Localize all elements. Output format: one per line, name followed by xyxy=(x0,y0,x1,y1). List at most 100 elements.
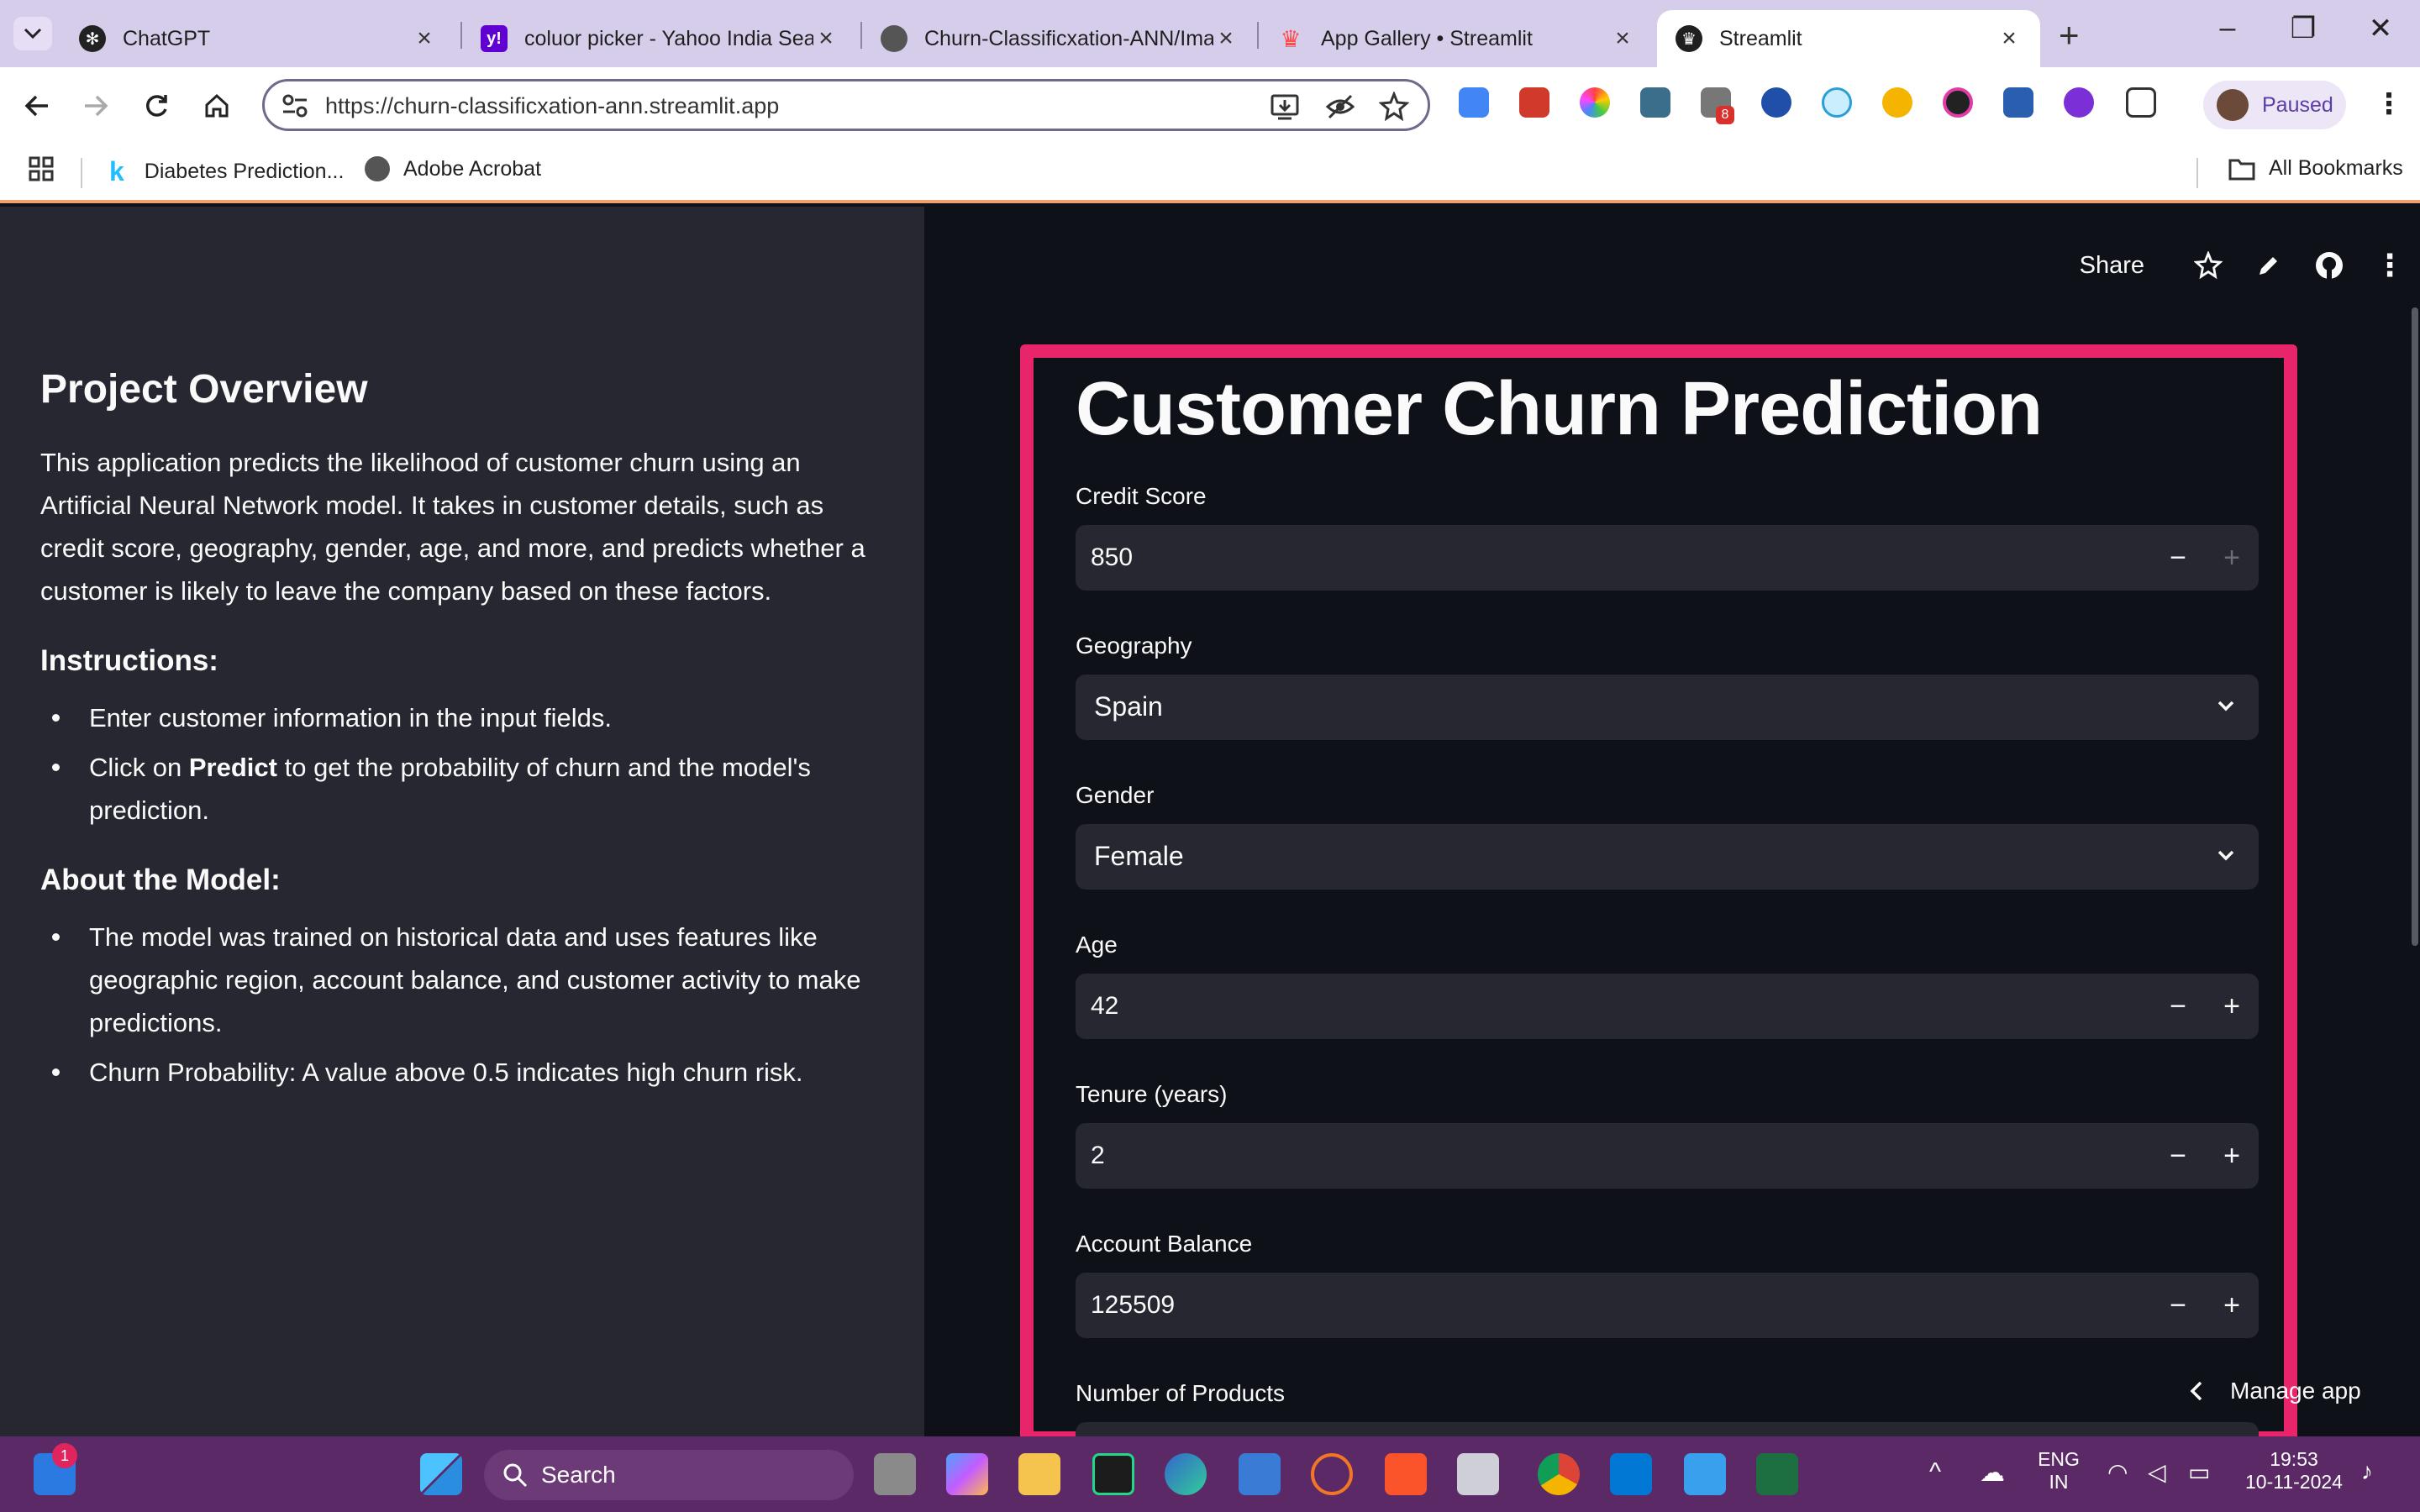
geography-select[interactable]: Spain xyxy=(1076,675,2259,740)
home-button[interactable] xyxy=(195,84,239,128)
table-extension-icon[interactable] xyxy=(2003,87,2033,118)
file-explorer-icon[interactable] xyxy=(1018,1453,1060,1495)
blue-circle-extension-icon[interactable] xyxy=(1761,87,1791,118)
windows-taskbar: Search ^ ☁ ENG IN ◠ ◁ ▭ 19:53 10-11-2024… xyxy=(0,1436,2420,1512)
tab-search-button[interactable] xyxy=(13,17,52,50)
record-extension-icon[interactable] xyxy=(1943,87,1973,118)
image-extension-icon[interactable] xyxy=(1640,87,1670,118)
back-button[interactable] xyxy=(15,84,59,128)
tab-title: App Gallery • Streamlit xyxy=(1321,26,1533,50)
clock[interactable]: 19:53 10-11-2024 xyxy=(2235,1448,2353,1494)
products-input[interactable]: 1 xyxy=(1076,1422,2259,1436)
extensions-puzzle-icon[interactable] xyxy=(2126,87,2156,118)
decrement-button[interactable]: − xyxy=(2151,525,2205,591)
all-bookmarks-button[interactable]: All Bookmarks xyxy=(2228,156,2403,181)
all-bookmarks-label: All Bookmarks xyxy=(2269,156,2403,180)
close-icon[interactable]: × xyxy=(1996,24,2022,52)
arrow-left-icon xyxy=(24,95,48,117)
close-icon[interactable]: × xyxy=(412,24,437,52)
tab-chatgpt[interactable]: ✻ ChatGPT × xyxy=(60,10,455,67)
wifi-icon[interactable]: ◠ xyxy=(2107,1458,2128,1486)
bookmark-diabetes[interactable]: k Diabetes Prediction... xyxy=(109,156,344,187)
taskbar-search[interactable]: Search xyxy=(484,1450,854,1500)
chrome-icon[interactable] xyxy=(1538,1453,1580,1495)
chevron-down-icon xyxy=(2217,701,2234,711)
tenure-input[interactable]: 2 − + xyxy=(1076,1123,2259,1189)
store-icon[interactable] xyxy=(1239,1453,1281,1495)
yellow-extension-icon[interactable] xyxy=(1882,87,1912,118)
close-icon[interactable]: × xyxy=(813,24,839,52)
credit-score-input[interactable]: 850 − + xyxy=(1076,525,2259,591)
bookmark-label: Diabetes Prediction... xyxy=(144,160,345,183)
increment-button[interactable]: + xyxy=(2205,1123,2259,1189)
decrement-button[interactable]: − xyxy=(2151,1123,2205,1189)
lang-region: IN xyxy=(2049,1471,2069,1493)
language-indicator[interactable]: ENG IN xyxy=(2033,1448,2084,1494)
onedrive-icon[interactable]: ☁ xyxy=(1980,1458,2005,1488)
windows-start-icon[interactable] xyxy=(420,1453,462,1495)
browser-menu-icon[interactable]: ⋮ xyxy=(2375,87,2403,121)
age-label: Age xyxy=(1076,932,1118,958)
pencil-icon[interactable] xyxy=(2238,240,2299,291)
about-list: The model was trained on historical data… xyxy=(40,916,889,1094)
install-app-icon[interactable] xyxy=(1270,92,1300,122)
github-icon[interactable] xyxy=(2299,240,2360,291)
increment-button[interactable]: + xyxy=(2205,525,2259,591)
close-icon[interactable]: × xyxy=(1610,24,1635,52)
main-content: Share ⋮ Customer Churn Prediction Credit… xyxy=(924,207,2420,1436)
eye-off-icon[interactable] xyxy=(1325,92,1355,122)
decrement-button[interactable]: − xyxy=(2151,974,2205,1039)
excel-icon[interactable] xyxy=(1756,1453,1798,1495)
tab-github[interactable]: Churn-Classificxation-ANN/Ima × xyxy=(862,10,1257,67)
decrement-button[interactable]: − xyxy=(2151,1273,2205,1338)
tab-yahoo[interactable]: y! coluor picker - Yahoo India Sea × xyxy=(462,10,857,67)
scrollbar[interactable] xyxy=(2412,307,2418,946)
browser-toolbar: https://churn-classificxation-ann.stream… xyxy=(0,67,2420,143)
reload-button[interactable] xyxy=(134,84,178,128)
increment-button[interactable]: + xyxy=(2205,974,2259,1039)
gender-select[interactable]: Female xyxy=(1076,824,2259,890)
share-button[interactable]: Share xyxy=(2080,252,2144,280)
manage-app-button[interactable]: Manage app xyxy=(2173,1362,2376,1420)
bookmark-star-icon[interactable] xyxy=(1379,92,1409,122)
address-bar[interactable]: https://churn-classificxation-ann.stream… xyxy=(262,79,1430,131)
volume-icon[interactable]: ◁ xyxy=(2148,1458,2166,1486)
color-picker-extension-icon[interactable] xyxy=(1580,87,1610,118)
task-view-icon[interactable] xyxy=(874,1453,916,1495)
profile-button[interactable]: Paused xyxy=(2203,81,2346,129)
purple-extension-icon[interactable] xyxy=(2064,87,2094,118)
close-window-button[interactable]: ✕ xyxy=(2351,12,2410,45)
pycharm-icon[interactable] xyxy=(1092,1453,1134,1495)
mail-icon[interactable] xyxy=(1457,1453,1499,1495)
bookmark-adobe[interactable]: Adobe Acrobat xyxy=(365,156,541,181)
tab-streamlit-active[interactable]: ♛ Streamlit × xyxy=(1657,10,2040,67)
red-book-extension-icon[interactable] xyxy=(1519,87,1549,118)
new-tab-button[interactable]: + xyxy=(2059,15,2080,55)
increment-button[interactable]: + xyxy=(2205,1273,2259,1338)
react-extension-icon[interactable] xyxy=(1822,87,1852,118)
vscode-icon[interactable] xyxy=(1610,1453,1652,1495)
apps-grid-icon[interactable] xyxy=(29,156,54,181)
site-settings-icon xyxy=(282,94,308,118)
tab-app-gallery[interactable]: ♛ App Gallery • Streamlit × xyxy=(1259,10,1654,67)
tray-expand-icon[interactable]: ^ xyxy=(1929,1458,1941,1487)
more-menu-icon[interactable]: ⋮ xyxy=(2360,240,2420,291)
jupyter-icon[interactable] xyxy=(1311,1453,1353,1495)
google-translate-extension-icon[interactable] xyxy=(1459,87,1489,118)
edge-icon[interactable] xyxy=(1165,1453,1207,1495)
restore-button[interactable]: ❐ xyxy=(2274,12,2333,45)
close-icon[interactable]: × xyxy=(1213,24,1239,52)
copilot-icon[interactable] xyxy=(946,1453,988,1495)
tenure-value: 2 xyxy=(1091,1142,1105,1169)
brave-icon[interactable] xyxy=(1385,1453,1427,1495)
balance-input[interactable]: 125509 − + xyxy=(1076,1273,2259,1338)
age-input[interactable]: 42 − + xyxy=(1076,974,2259,1039)
notification-bell-icon[interactable]: ♪ xyxy=(2361,1458,2373,1485)
clock-time: 19:53 xyxy=(2270,1448,2318,1470)
battery-icon[interactable]: ▭ xyxy=(2188,1458,2210,1486)
forward-button[interactable] xyxy=(74,84,118,128)
minimize-button[interactable]: – xyxy=(2198,12,2257,45)
products-label: Number of Products xyxy=(1076,1380,1285,1406)
star-icon[interactable] xyxy=(2178,240,2238,291)
notepad-icon[interactable] xyxy=(1684,1453,1726,1495)
